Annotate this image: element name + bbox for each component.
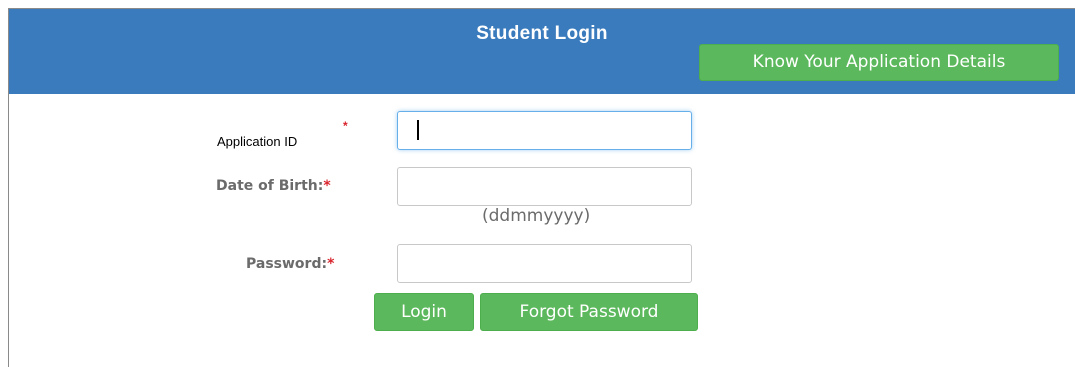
application-id-input[interactable] xyxy=(397,111,692,150)
login-header: Student Login Know Your Application Deta… xyxy=(9,9,1075,94)
forgot-password-button[interactable]: Forgot Password xyxy=(480,293,698,331)
application-id-label: Application ID xyxy=(217,134,298,149)
date-of-birth-required-mark: * xyxy=(323,178,331,194)
text-caret xyxy=(417,120,419,140)
page-title: Student Login xyxy=(476,23,608,44)
password-label: Password:* xyxy=(246,256,334,272)
date-of-birth-label: Date of Birth:* xyxy=(216,178,331,194)
date-format-hint: (ddmmyyyy) xyxy=(482,206,591,226)
know-application-details-button[interactable]: Know Your Application Details xyxy=(699,44,1059,81)
password-label-text: Password: xyxy=(246,256,328,272)
login-button[interactable]: Login xyxy=(374,293,474,331)
password-input[interactable] xyxy=(397,244,692,283)
date-of-birth-label-text: Date of Birth: xyxy=(216,178,324,194)
password-required-mark: * xyxy=(327,256,335,272)
application-id-required-mark: * xyxy=(343,119,348,133)
date-of-birth-input[interactable] xyxy=(397,167,692,206)
